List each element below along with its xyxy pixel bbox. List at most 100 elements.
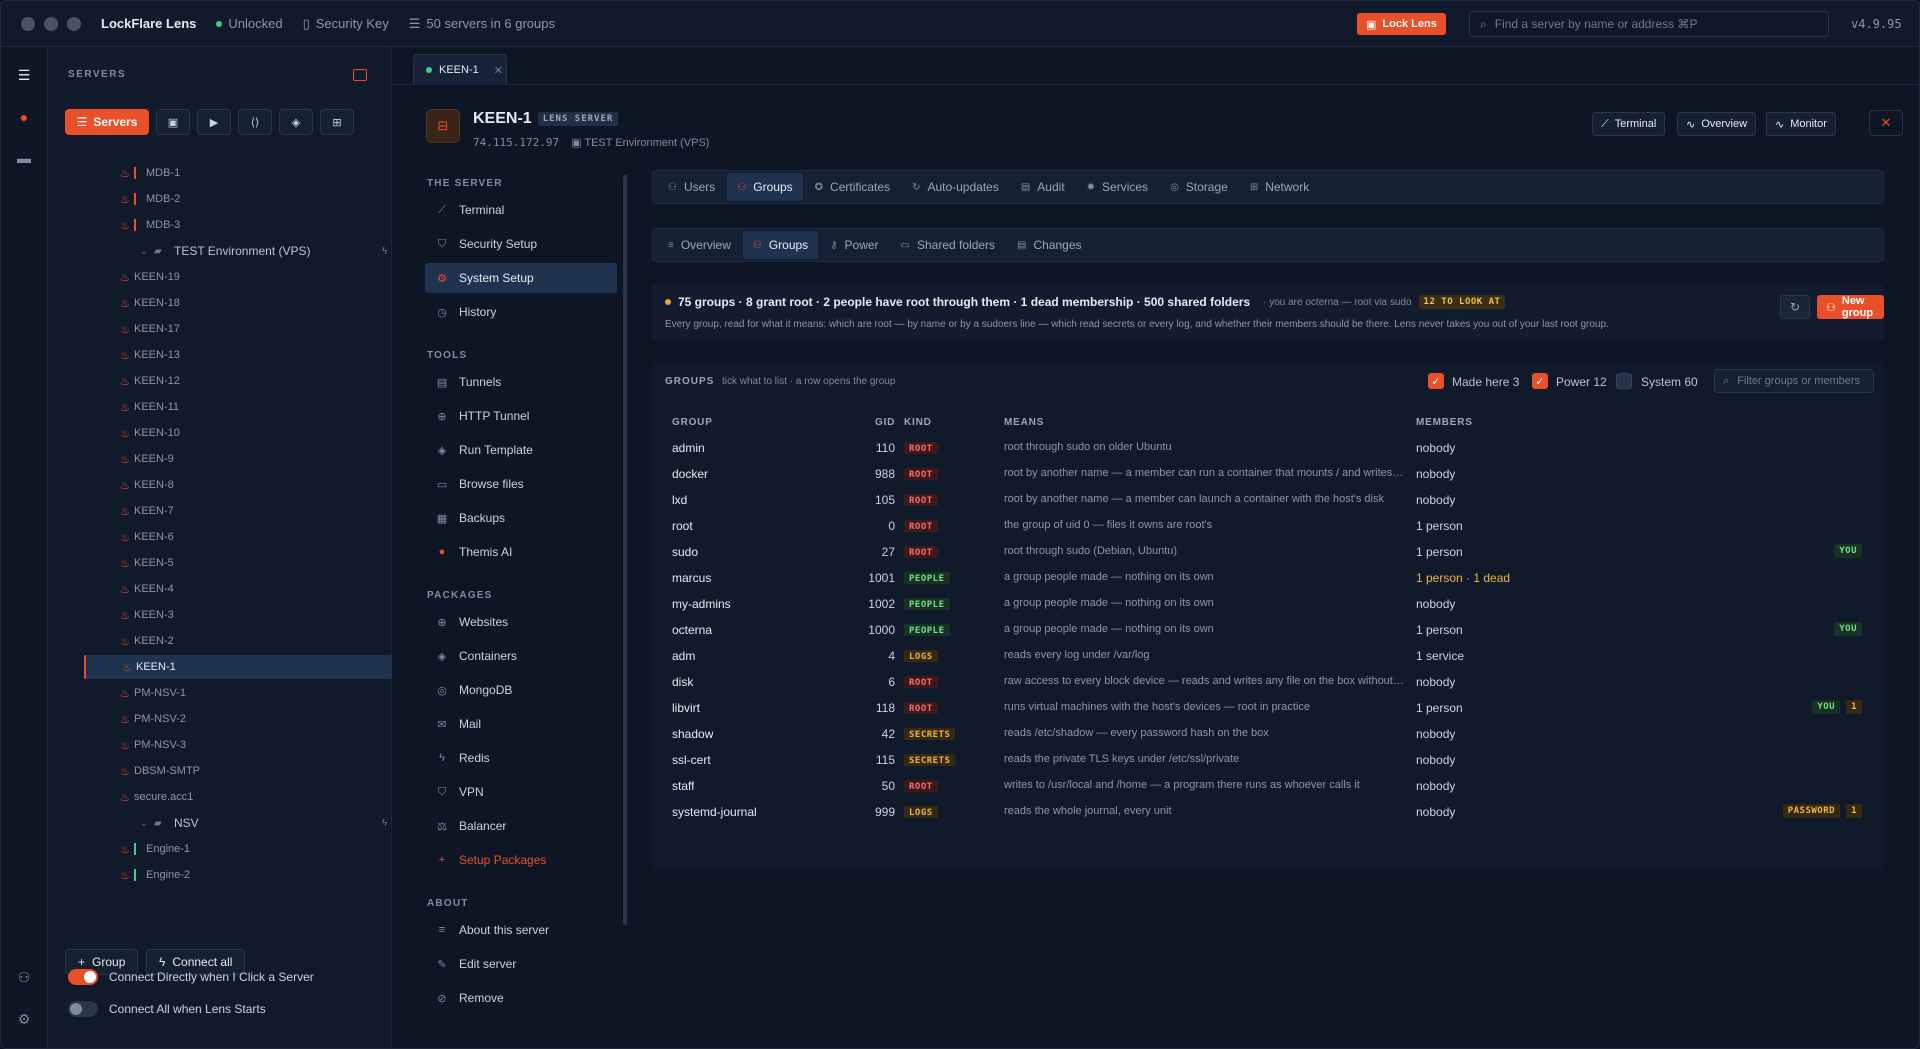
table-row[interactable]: my-admins 1002 PEOPLE a group people made —… xyxy=(652,591,1884,617)
menu-scrollbar[interactable] xyxy=(623,175,627,925)
refresh-button[interactable]: ↻ xyxy=(1780,295,1810,319)
tree-server-item[interactable]: ♨ MDB-1 xyxy=(84,161,410,185)
table-row[interactable]: shadow 42 SECRETS reads /etc/shadow — every… xyxy=(652,721,1884,747)
menu-item[interactable]: ⚖ Balancer xyxy=(425,811,617,841)
tree-server-item[interactable]: ♨ KEEN-12 xyxy=(84,369,410,393)
menu-item[interactable]: ◈ Containers xyxy=(425,641,617,671)
tree-server-item[interactable]: ♨ KEEN-19 xyxy=(84,265,410,289)
column-header-means[interactable]: MEANS xyxy=(1004,417,1044,428)
table-row[interactable]: admin 110 ROOT root through sudo on older U… xyxy=(652,435,1884,461)
tree-server-item[interactable]: ♨ Engine-2 xyxy=(84,863,410,887)
menu-item[interactable]: ⊕ HTTP Tunnel xyxy=(425,401,617,431)
table-row[interactable]: octerna 1000 PEOPLE a group people made — n… xyxy=(652,617,1884,643)
servers-rail-icon[interactable]: ☰ xyxy=(14,65,34,85)
tab-auto-updates[interactable]: ↻ Auto-updates xyxy=(902,173,1009,201)
maximize-window-button[interactable] xyxy=(67,16,81,31)
security-key-status[interactable]: ▯ Security Key xyxy=(303,16,389,32)
minimize-window-button[interactable] xyxy=(44,16,58,31)
subtab-power[interactable]: ⚷ Power xyxy=(820,231,888,259)
tree-server-item[interactable]: ♨ MDB-3 xyxy=(84,213,410,237)
tree-server-item[interactable]: ♨ secure.acc1 xyxy=(84,785,410,809)
menu-item[interactable]: ◷ History xyxy=(425,297,617,327)
people-rail-icon[interactable]: ⚇ xyxy=(14,967,34,987)
tab-users[interactable]: ⚇ Users xyxy=(658,173,725,201)
filter-power-checkbox[interactable]: ✓ xyxy=(1532,373,1548,389)
tree-server-item[interactable]: ♨ KEEN-5 xyxy=(84,551,410,575)
menu-item[interactable]: ⊘ Remove xyxy=(425,983,617,1013)
menu-item[interactable]: ▦ Backups xyxy=(425,503,617,533)
menu-item[interactable]: ◎ MongoDB xyxy=(425,675,617,705)
filter-groups-input[interactable]: ⌕ Filter groups or members xyxy=(1714,369,1874,393)
close-server-button[interactable]: ✕ xyxy=(1869,110,1903,136)
server-search-input[interactable]: ⌕ Find a server by name or address ⌘P xyxy=(1469,11,1829,37)
tree-group[interactable]: ⌄ ▰ TEST Environment (VPS) ϟ xyxy=(84,239,410,263)
tab-audit[interactable]: ▤ Audit xyxy=(1011,173,1075,201)
network-tool-button[interactable]: ⊞ xyxy=(320,109,354,135)
look-at-badge[interactable]: 12 TO LOOK AT xyxy=(1418,295,1506,309)
tree-server-item[interactable]: ♨ Engine-1 xyxy=(84,837,410,861)
menu-item[interactable]: ≡ About this server xyxy=(425,915,617,945)
tree-server-item[interactable]: ♨ KEEN-17 xyxy=(84,317,410,341)
table-row[interactable]: disk 6 ROOT raw access to every block devic… xyxy=(652,669,1884,695)
column-header-group[interactable]: GROUP xyxy=(672,417,713,428)
monitor-button[interactable]: ∿ Monitor xyxy=(1766,112,1836,136)
subtab-changes[interactable]: ▤ Changes xyxy=(1007,231,1092,259)
play-tool-button[interactable]: ▶ xyxy=(197,109,231,135)
menu-item[interactable]: ⊕ Websites xyxy=(425,607,617,637)
subtab-shared-folders[interactable]: ▭ Shared folders xyxy=(891,231,1006,259)
tab-certificates[interactable]: ✪ Certificates xyxy=(805,173,900,201)
filter-system-checkbox[interactable] xyxy=(1616,373,1632,389)
menu-item[interactable]: ⛉ Security Setup xyxy=(425,229,617,259)
terminal-tool-button[interactable]: ▣ xyxy=(156,109,190,135)
package-tool-button[interactable]: ◈ xyxy=(279,109,313,135)
menu-item[interactable]: ϟ Redis xyxy=(425,743,617,773)
subtab-groups[interactable]: ⚇ Groups xyxy=(742,231,819,259)
menu-item[interactable]: ⚙ System Setup xyxy=(425,263,617,293)
tab-groups[interactable]: ⚇ Groups xyxy=(727,173,803,201)
flame-rail-icon[interactable]: ● xyxy=(14,107,34,127)
menu-item[interactable]: ✎ Edit server xyxy=(425,949,617,979)
table-row[interactable]: staff 50 ROOT writes to /usr/local and /hom… xyxy=(652,773,1884,799)
tree-server-item[interactable]: ♨ KEEN-1 xyxy=(84,655,410,679)
tree-server-item[interactable]: ♨ PM-NSV-2 xyxy=(84,707,410,731)
subtab-overview[interactable]: ≡ Overview xyxy=(658,231,741,259)
tab-network[interactable]: ⊞ Network xyxy=(1240,173,1319,201)
menu-item[interactable]: ⟋ Terminal xyxy=(425,195,617,225)
menu-item[interactable]: ◈ Run Template xyxy=(425,435,617,465)
tree-server-item[interactable]: ♨ KEEN-10 xyxy=(84,421,410,445)
table-row[interactable]: marcus 1001 PEOPLE a group people made — no… xyxy=(652,565,1884,591)
lock-lens-button[interactable]: ▣ Lock Lens xyxy=(1357,13,1446,35)
sidebar-collapse-icon[interactable] xyxy=(353,69,367,81)
bolt-icon[interactable]: ϟ xyxy=(382,246,387,257)
tree-server-item[interactable]: ♨ KEEN-13 xyxy=(84,343,410,367)
servers-tool-button[interactable]: ☰ Servers xyxy=(65,109,149,135)
table-row[interactable]: adm 4 LOGS reads every log under /var/log 1 … xyxy=(652,643,1884,669)
overview-button[interactable]: ∿ Overview xyxy=(1677,112,1757,136)
menu-item[interactable]: ▭ Browse files xyxy=(425,469,617,499)
tree-server-item[interactable]: ♨ KEEN-4 xyxy=(84,577,410,601)
close-window-button[interactable] xyxy=(21,16,35,31)
table-row[interactable]: sudo 27 ROOT root through sudo (Debian, Ubu… xyxy=(652,539,1884,565)
tab-services[interactable]: ✹ Services xyxy=(1077,173,1158,201)
tree-server-item[interactable]: ♨ KEEN-6 xyxy=(84,525,410,549)
code-tool-button[interactable]: ⟨⟩ xyxy=(238,109,272,135)
new-group-button[interactable]: ⚇ New group xyxy=(1817,295,1884,319)
chevron-down-icon[interactable]: ⌄ xyxy=(140,246,154,257)
connect-directly-toggle[interactable] xyxy=(68,969,98,985)
tree-server-item[interactable]: ♨ KEEN-8 xyxy=(84,473,410,497)
tree-server-item[interactable]: ♨ KEEN-11 xyxy=(84,395,410,419)
tree-server-item[interactable]: ♨ KEEN-7 xyxy=(84,499,410,523)
connect-all-toggle[interactable] xyxy=(68,1001,98,1017)
tree-server-item[interactable]: ♨ KEEN-2 xyxy=(84,629,410,653)
table-row[interactable]: systemd-journal 999 LOGS reads the whole jo… xyxy=(652,799,1884,825)
menu-item[interactable]: ✉ Mail xyxy=(425,709,617,739)
menu-item[interactable]: ⛉ VPN xyxy=(425,777,617,807)
tree-server-item[interactable]: ♨ KEEN-18 xyxy=(84,291,410,315)
close-tab-icon[interactable]: ✕ xyxy=(494,64,503,77)
tab-storage[interactable]: ◎ Storage xyxy=(1160,173,1238,201)
column-header-kind[interactable]: KIND xyxy=(904,417,932,428)
menu-item[interactable]: + Setup Packages xyxy=(425,845,617,875)
tree-server-item[interactable]: ♨ DBSM-SMTP xyxy=(84,759,410,783)
chevron-down-icon[interactable]: ⌄ xyxy=(140,818,154,829)
tree-server-item[interactable]: ♨ KEEN-9 xyxy=(84,447,410,471)
